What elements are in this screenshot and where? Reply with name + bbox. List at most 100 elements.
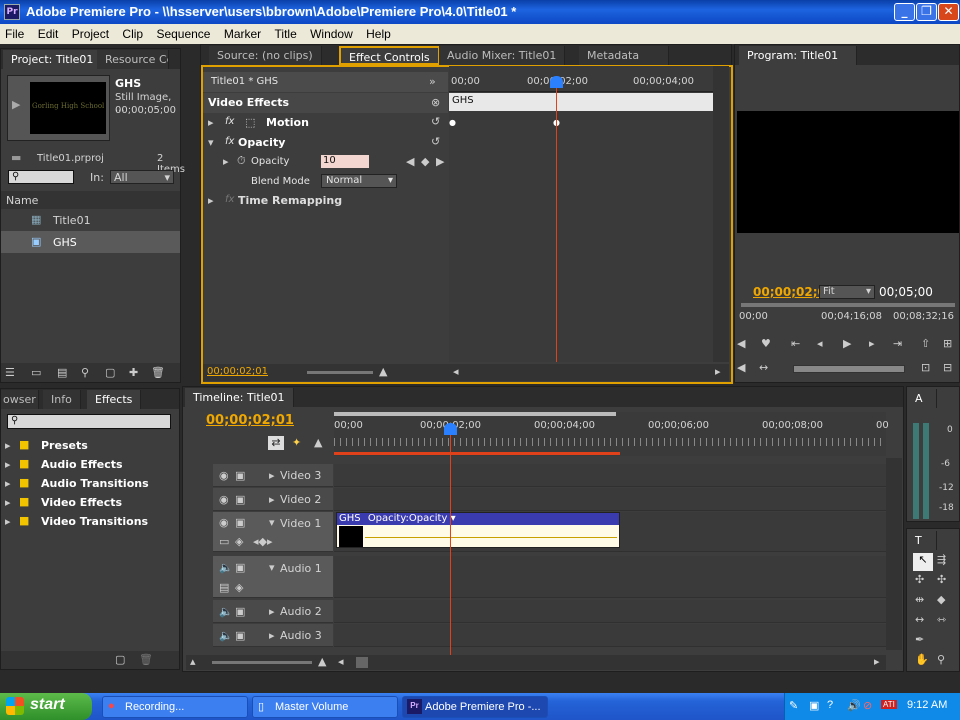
zoom-tool-icon[interactable]: ⚲ xyxy=(937,653,945,666)
maximize-button[interactable]: ❐ xyxy=(916,3,937,21)
effects-search-input[interactable]: ⚲ xyxy=(7,414,171,429)
marker-icon[interactable]: ♥ xyxy=(761,337,771,350)
tab-source[interactable]: Source: (no clips) xyxy=(209,46,322,65)
collapse-arrow-icon[interactable]: ▾ xyxy=(269,561,275,574)
tab-resource-central[interactable]: Resource Ce xyxy=(97,50,169,69)
track-row-video-2[interactable] xyxy=(334,488,886,511)
loop-icon[interactable]: ↔ xyxy=(759,361,768,374)
play-icon[interactable]: ▶ xyxy=(843,337,851,350)
pen-tool-icon[interactable]: ✒ xyxy=(915,633,924,646)
ec-playhead-handle[interactable] xyxy=(550,76,563,88)
display-style-icon[interactable]: ▭ xyxy=(219,535,229,548)
extract-icon[interactable]: ⊞ xyxy=(943,337,952,350)
close-button[interactable]: ✕ xyxy=(938,3,959,21)
menu-title[interactable]: Title xyxy=(270,24,302,41)
zoom-fit-dropdown[interactable]: Fit ▾ xyxy=(819,285,875,299)
eye-icon[interactable]: ◉ xyxy=(219,516,229,529)
program-zoom-bar[interactable] xyxy=(741,303,955,307)
slip-tool-icon[interactable]: ↔ xyxy=(915,613,924,626)
automate-icon[interactable]: ▤ xyxy=(57,366,67,379)
tab-metadata[interactable]: Metadata xyxy=(579,46,669,65)
go-to-in-icon[interactable]: ⇤ xyxy=(791,337,800,350)
expand-arrow-icon[interactable]: ▸ xyxy=(208,194,214,207)
ec-time-remap-row[interactable]: ▸ fx Time Remapping xyxy=(203,191,448,211)
menu-clip[interactable]: Clip xyxy=(117,24,148,41)
blend-mode-dropdown[interactable]: Normal ▾ xyxy=(321,174,397,188)
keyframe-marker[interactable]: ● xyxy=(449,118,456,127)
menu-window[interactable]: Window xyxy=(305,24,358,41)
zoom-in-icon[interactable]: ▲ xyxy=(318,655,326,668)
ripple-edit-tool-icon[interactable]: ✣ xyxy=(915,573,924,586)
show-keyframes-icon[interactable]: ◈ xyxy=(235,581,243,594)
expand-arrow-icon[interactable]: ▸ xyxy=(269,605,275,618)
list-view-icon[interactable]: ☰ xyxy=(5,366,15,379)
taskbar-item-premiere[interactable]: Pr Adobe Premiere Pro -... xyxy=(402,696,548,718)
expand-arrow-icon[interactable]: ▾ xyxy=(208,136,214,149)
ec-motion-row[interactable]: ▸ fx ⬚ Motion ↺ xyxy=(203,113,448,133)
prev-keyframe-icon[interactable]: ◀ xyxy=(406,155,414,168)
work-area-bar[interactable] xyxy=(334,412,616,416)
effects-folder-presets[interactable]: ▸ ■ Presets xyxy=(5,437,175,456)
track-select-tool-icon[interactable]: ⇶ xyxy=(937,553,946,566)
tray-help-icon[interactable]: ? xyxy=(827,699,833,711)
speaker-icon[interactable]: 🔈 xyxy=(219,561,233,574)
track-row-audio-2[interactable] xyxy=(334,600,886,623)
track-header-audio-2[interactable]: 🔈 ▣ ▸ Audio 2 xyxy=(213,600,333,623)
safe-margins-icon[interactable]: ⊡ xyxy=(921,361,930,374)
new-bin-icon[interactable]: ▢ xyxy=(115,653,125,666)
tab-browser[interactable]: owser xyxy=(1,390,39,409)
expand-arrow-icon[interactable]: ▸ xyxy=(223,155,229,168)
menu-file[interactable]: File xyxy=(0,24,29,41)
show-hide-timeline-icon[interactable]: » xyxy=(429,75,436,88)
mark-in-icon[interactable]: ◀ xyxy=(737,337,745,350)
tray-pen-icon[interactable]: ✎ xyxy=(789,699,798,712)
track-row-video-3[interactable] xyxy=(334,464,886,487)
minimize-button[interactable]: _ xyxy=(894,3,915,21)
tab-timeline[interactable]: Timeline: Title01 xyxy=(185,388,294,407)
new-bin-icon[interactable]: ▢ xyxy=(105,366,115,379)
add-marker-icon[interactable]: ▲ xyxy=(314,436,322,449)
trash-icon[interactable]: 🗑 xyxy=(139,653,153,666)
program-timecode[interactable]: 00;00;02;0 xyxy=(753,285,826,299)
reset-icon[interactable]: ↺ xyxy=(431,135,440,148)
step-forward-icon[interactable]: ▸ xyxy=(869,337,875,350)
opacity-rubber-band[interactable] xyxy=(365,537,617,538)
tab-program[interactable]: Program: Title01 xyxy=(739,46,857,65)
jog-wheel[interactable] xyxy=(793,365,905,373)
taskbar-item-recording[interactable]: ● Recording... xyxy=(102,696,248,718)
timeline-playhead-handle[interactable] xyxy=(444,423,457,435)
ec-timecode[interactable]: 00;00;02;01 xyxy=(207,366,268,377)
start-button[interactable]: start xyxy=(0,693,92,720)
effects-folder-video-effects[interactable]: ▸ ■ Video Effects xyxy=(5,494,175,513)
keyframe-lightbulb-icon[interactable]: ✦ xyxy=(292,436,301,449)
zoom-slider[interactable] xyxy=(307,371,373,374)
fx-badge[interactable]: fx xyxy=(225,136,234,147)
rolling-edit-tool-icon[interactable]: ✣ xyxy=(937,573,946,586)
go-to-out-icon[interactable]: ⇥ xyxy=(893,337,902,350)
ec-opacity-row[interactable]: ▾ fx Opacity ↺ xyxy=(203,133,448,153)
stopwatch-icon[interactable]: ⏱ xyxy=(237,154,246,168)
ec-clip-bar[interactable]: GHS xyxy=(449,93,713,111)
tab-audio-mixer[interactable]: Audio Mixer: Title01 xyxy=(439,46,566,65)
timeline-timecode[interactable]: 00;00;02;01 xyxy=(206,413,294,428)
tab-project[interactable]: Project: Title01 xyxy=(3,50,103,69)
snap-icon[interactable]: ⇄ xyxy=(268,436,284,450)
lock-icon[interactable]: ▣ xyxy=(235,493,245,506)
column-header-name[interactable]: Name xyxy=(1,191,180,209)
play-thumbnail-icon[interactable]: ▶ xyxy=(12,98,20,111)
track-row-audio-1[interactable] xyxy=(334,556,886,598)
selection-tool-icon[interactable]: ↖ xyxy=(913,553,933,571)
expand-arrow-icon[interactable]: ▸ xyxy=(269,629,275,642)
track-header-audio-1[interactable]: 🔈 ▣ ▾ Audio 1 ▤ ◈ xyxy=(213,556,333,598)
menu-marker[interactable]: Marker xyxy=(219,24,266,41)
waveform-icon[interactable]: ▤ xyxy=(219,581,229,594)
clip-title-bar[interactable]: GHS Opacity:Opacity ▾ xyxy=(337,513,619,525)
speaker-icon[interactable]: 🔈 xyxy=(219,605,233,618)
effects-folder-video-transitions[interactable]: ▸ ■ Video Transitions xyxy=(5,513,175,532)
track-row-video-1[interactable]: GHS Opacity:Opacity ▾ xyxy=(334,512,886,552)
keyframe-nav-icon[interactable]: ◂◆▸ xyxy=(253,535,273,548)
fx-badge[interactable]: fx xyxy=(225,116,234,127)
tab-tools[interactable]: T xyxy=(909,531,937,550)
track-header-video-3[interactable]: ◉ ▣ ▸ Video 3 xyxy=(213,464,333,487)
track-header-audio-3[interactable]: 🔈 ▣ ▸ Audio 3 xyxy=(213,624,333,647)
